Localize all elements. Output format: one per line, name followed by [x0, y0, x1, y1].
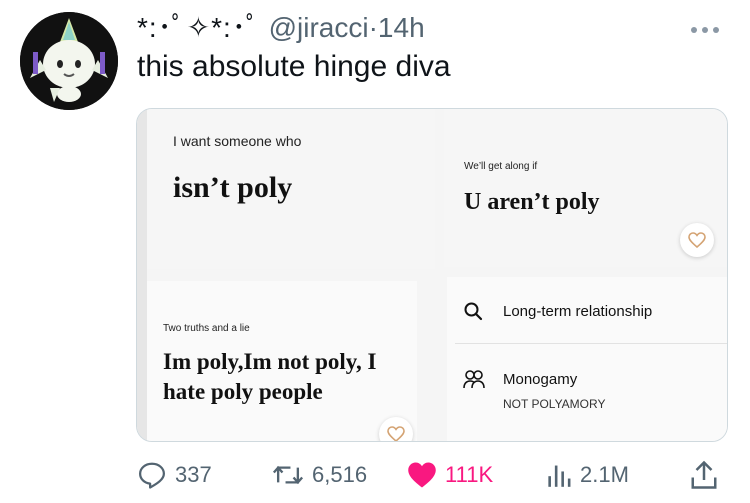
view-count: 2.1M [580, 462, 629, 487]
tweet-text: this absolute hinge diva [137, 50, 451, 83]
reply-button[interactable]: 337 [137, 455, 212, 495]
trait-relationship-label: Long-term relationship [503, 303, 653, 320]
handle[interactable]: @jiracci [269, 12, 369, 43]
like-button[interactable]: 111K [407, 455, 493, 495]
heart-outline-icon [387, 426, 405, 441]
share-icon [691, 460, 717, 489]
tweet-media[interactable]: I want someone who isn’t poly We’ll get … [136, 108, 728, 442]
like-prompt-button[interactable] [379, 417, 413, 441]
heart-filled-icon [408, 462, 436, 488]
avatar-image [20, 12, 118, 110]
media-divider [137, 109, 147, 441]
prompt-answer: U aren’t poly [464, 189, 600, 215]
avatar[interactable] [20, 12, 118, 110]
trait-divider [455, 343, 727, 344]
like-count: 111K [445, 462, 494, 487]
retweet-count: 6,516 [312, 462, 368, 487]
prompt-card-3: Two truths and a lie Im poly,Im not poly… [147, 281, 417, 441]
timestamp[interactable]: 14h [378, 12, 425, 43]
prompt-card-2: We’ll get along if U aren’t poly [444, 109, 727, 267]
reply-count: 337 [175, 462, 212, 487]
prompt-question: We’ll get along if [464, 161, 538, 172]
prompt-question: Two truths and a lie [163, 323, 250, 334]
heart-outline-icon [688, 232, 706, 248]
tweet-header: *:･ﾟ✧*:･ﾟ @jiracci·14h [137, 6, 425, 46]
display-name[interactable]: *:･ﾟ✧*:･ﾟ [137, 12, 261, 43]
more-horizontal-icon[interactable] [690, 14, 720, 40]
retweet-icon [272, 465, 304, 485]
tweet-actions: 337 6,516 111K 2.1M [0, 455, 750, 495]
traits-card: Long-term relationship Monogamy NOT POLY… [447, 277, 727, 441]
separator: · [368, 12, 378, 43]
prompt-answer-line-1: Im poly,Im not poly, I [163, 349, 377, 374]
analytics-icon [548, 465, 571, 487]
retweet-button[interactable]: 6,516 [272, 455, 367, 495]
views-button[interactable]: 2.1M [546, 455, 629, 495]
prompt-answer-line-2: hate poly people [163, 379, 323, 404]
search-icon [464, 302, 483, 321]
like-prompt-button[interactable] [680, 223, 714, 257]
prompt-card-1: I want someone who isn’t poly [147, 109, 435, 269]
trait-monogamy-label: Monogamy [503, 371, 578, 388]
people-icon [463, 370, 485, 389]
prompt-question: I want someone who [173, 133, 302, 149]
prompt-answer: isn’t poly [173, 171, 293, 204]
trait-monogamy-sub: NOT POLYAMORY [503, 397, 606, 411]
reply-icon [139, 462, 165, 489]
share-button[interactable] [690, 455, 718, 495]
